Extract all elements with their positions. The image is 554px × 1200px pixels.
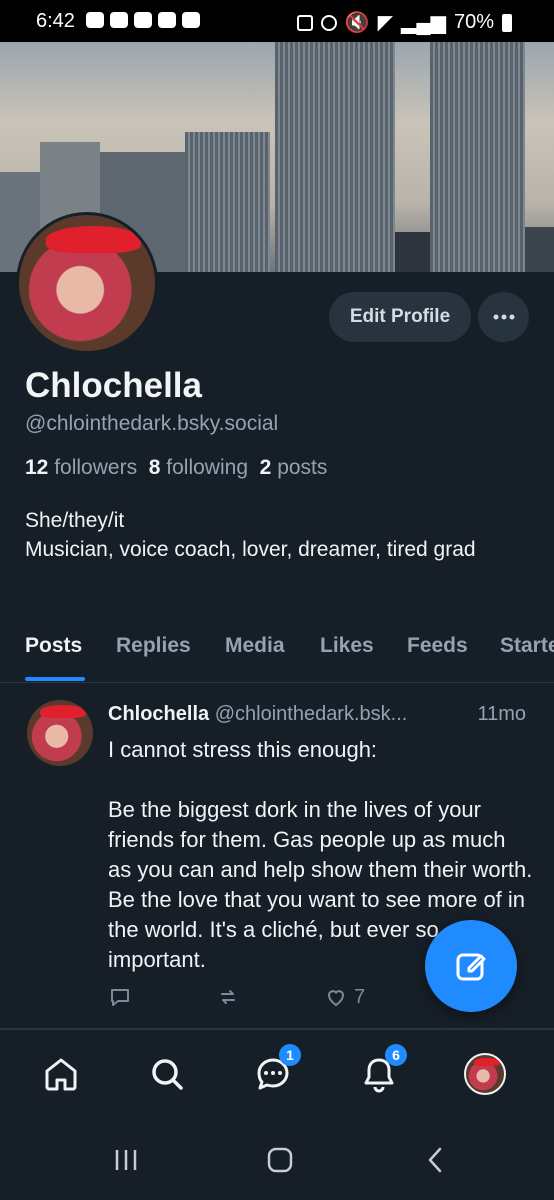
tab-replies[interactable]: Replies [116, 634, 191, 658]
tab-likes[interactable]: Likes [320, 634, 374, 658]
building [395, 232, 435, 272]
nav-home[interactable] [39, 1052, 83, 1096]
profile-handle: @chlointhedark.bsky.social [25, 412, 279, 435]
status-time: 6:42 [36, 10, 75, 32]
like-button[interactable]: 7 [324, 985, 365, 1009]
tab-starter-packs[interactable]: Starter Packs [500, 634, 554, 658]
post-header: Chlochella @chlointhedark.bsk... 11mo [108, 703, 538, 726]
chat-icon [86, 12, 104, 28]
profile-bio: She/they/it Musician, voice coach, lover… [25, 509, 476, 561]
system-indicators: 🔇 ◤ ▂▄▆ 70% [296, 10, 512, 35]
bottom-navigation: 1 6 [0, 1029, 554, 1122]
nav-profile[interactable] [463, 1052, 507, 1096]
compose-button[interactable] [425, 920, 517, 1012]
messages-badge: 1 [279, 1044, 301, 1066]
nav-search[interactable] [145, 1052, 189, 1096]
ellipsis-icon [493, 314, 514, 320]
recent-apps-icon [115, 1150, 137, 1170]
active-tab-indicator [25, 677, 85, 681]
posts-count: 2 [259, 456, 272, 479]
post-author-handle[interactable]: @chlointhedark.bsk... [215, 703, 408, 725]
mute-icon: 🔇 [344, 12, 370, 34]
post-author-avatar[interactable] [27, 700, 93, 766]
followers-count: 12 [25, 456, 49, 479]
notification-icons [86, 12, 200, 28]
battery-percent: 70% [453, 11, 494, 33]
following-link[interactable]: 8 following [149, 456, 248, 479]
edit-profile-button[interactable]: Edit Profile [329, 292, 471, 342]
building [275, 42, 395, 272]
more-options-button[interactable] [478, 292, 529, 342]
followers-label: followers [54, 456, 138, 479]
wifi-icon: ◤ [377, 12, 394, 34]
back-system-button[interactable] [422, 1146, 450, 1179]
followers-link[interactable]: 12 followers [25, 456, 137, 479]
battery-icon [502, 13, 512, 32]
tab-media[interactable]: Media [225, 634, 285, 658]
heart-icon [327, 990, 345, 1007]
posts-label: posts [277, 456, 328, 479]
back-chevron-icon [428, 1147, 442, 1173]
profile-tabs: Posts Replies Media Likes Feeds Starter … [0, 630, 554, 683]
calendar-icon [182, 12, 200, 28]
like-count: 7 [354, 985, 366, 1008]
posts-stat: 2 posts [260, 456, 328, 479]
post-author-name[interactable]: Chlochella [108, 703, 209, 725]
discord-icon [158, 12, 176, 28]
following-count: 8 [148, 456, 161, 479]
profile-avatar[interactable] [16, 212, 158, 354]
recent-apps-button[interactable] [112, 1146, 140, 1179]
discord-icon [134, 12, 152, 28]
nfc-icon [296, 14, 313, 31]
home-system-button[interactable] [266, 1146, 294, 1179]
alarm-icon [320, 14, 337, 31]
search-icon [152, 1059, 183, 1090]
profile-display-name: Chlochella [25, 366, 202, 405]
following-label: following [166, 456, 248, 479]
signal-icon: ▂▄▆ [401, 12, 446, 34]
reply-button[interactable] [108, 985, 132, 1009]
building [525, 227, 554, 272]
home-circle-icon [267, 1147, 293, 1173]
tab-feeds[interactable]: Feeds [407, 634, 468, 658]
nav-notifications[interactable]: 6 [357, 1044, 407, 1096]
building [185, 132, 270, 272]
compose-icon [456, 953, 486, 981]
repost-icon [221, 990, 235, 1004]
repost-button[interactable] [216, 985, 240, 1009]
post-timestamp[interactable]: 11mo [477, 703, 526, 726]
reply-icon [111, 989, 129, 1006]
building [430, 42, 525, 272]
nav-profile-avatar [464, 1053, 506, 1095]
profile-stats: 12 followers 8 following 2 posts [25, 456, 327, 480]
notifications-badge: 6 [385, 1044, 407, 1066]
tab-posts[interactable]: Posts [25, 634, 82, 658]
avatar-image [19, 215, 155, 351]
discord-icon [110, 12, 128, 28]
system-navigation-bar [0, 1122, 554, 1200]
nav-messages[interactable]: 1 [251, 1044, 301, 1096]
status-bar: 6:42 🔇 ◤ ▂▄▆ 70% [0, 0, 554, 42]
home-icon [45, 1058, 77, 1091]
